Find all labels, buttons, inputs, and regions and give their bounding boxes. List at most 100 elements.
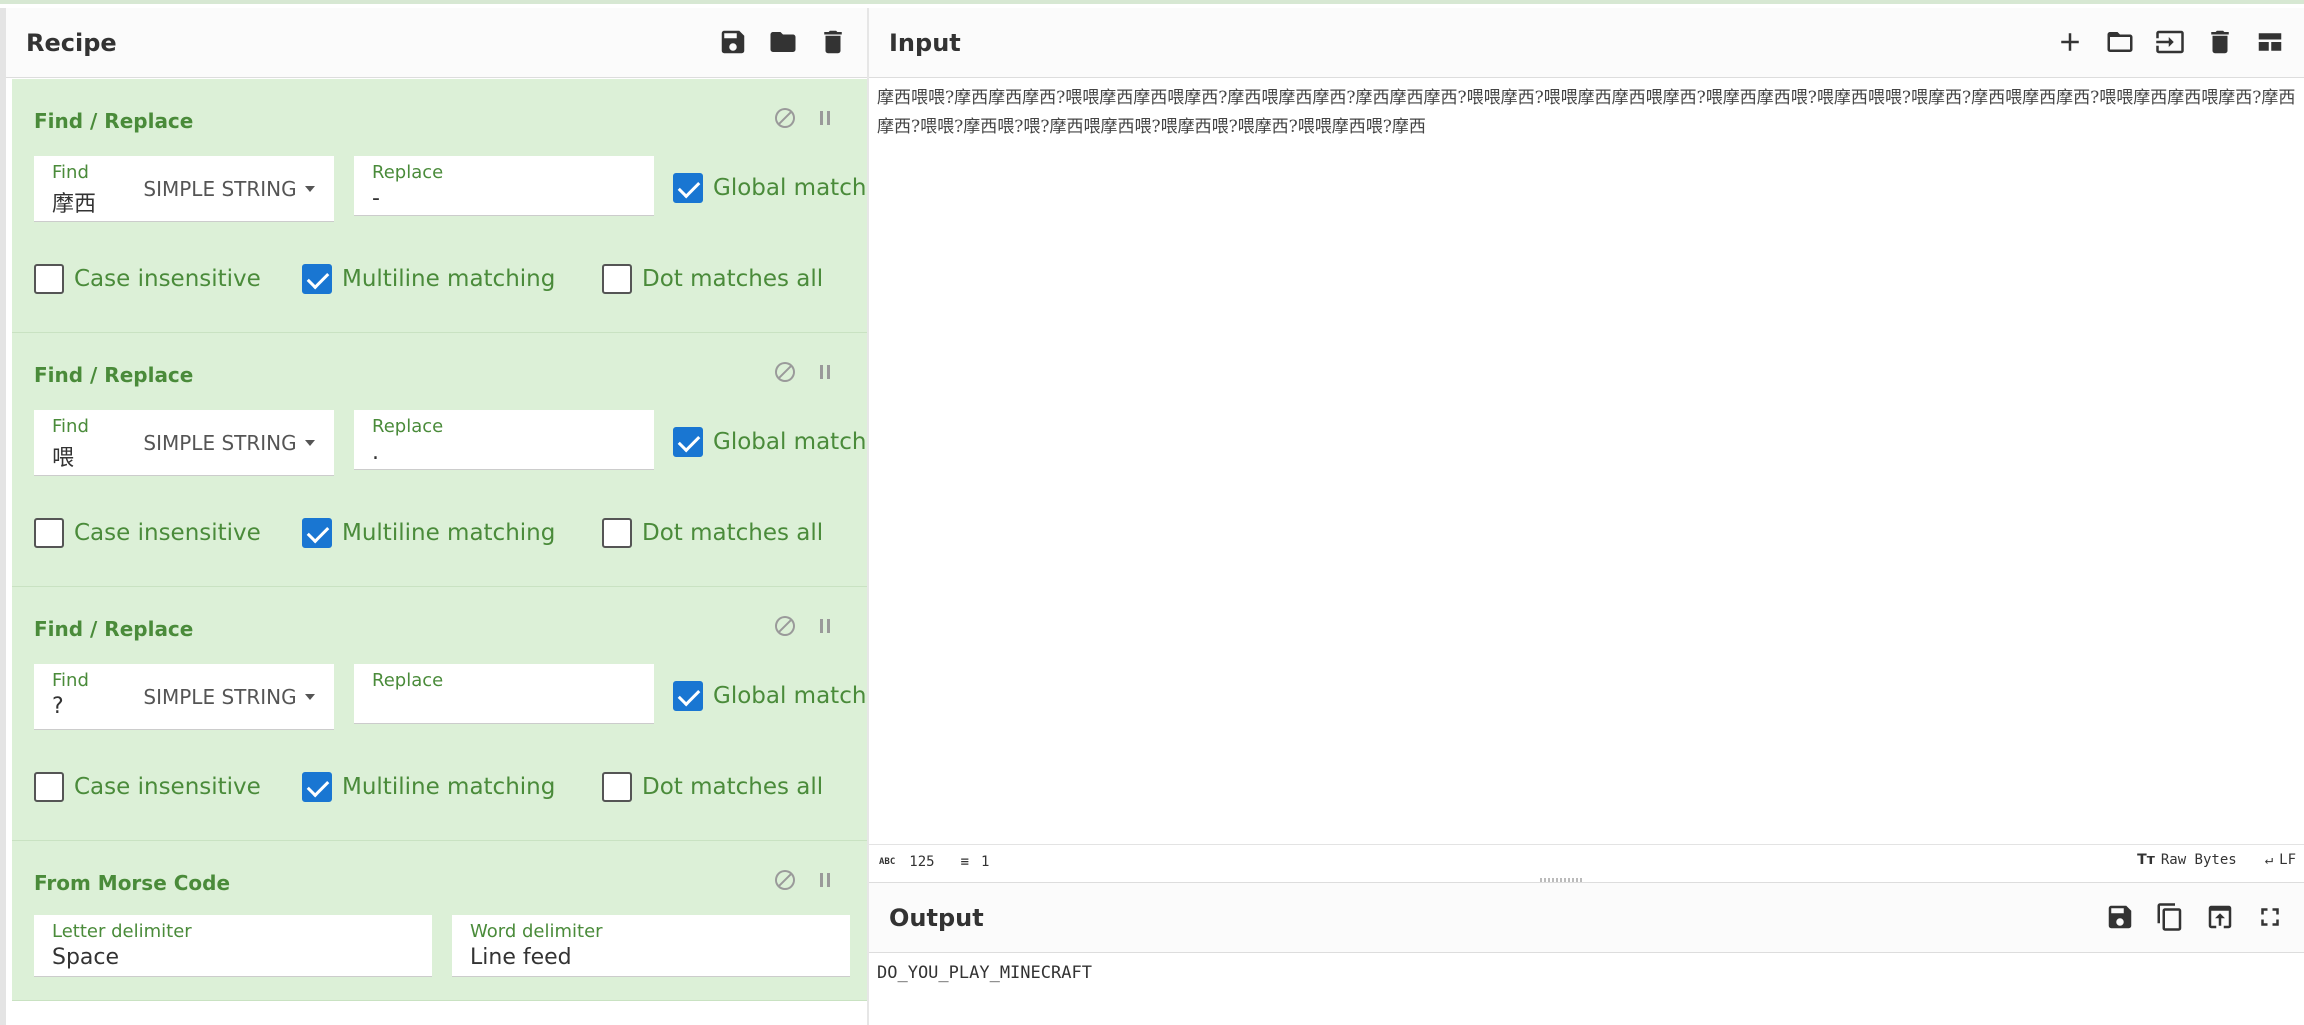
- find-label: Find: [52, 162, 89, 183]
- replace-label: Replace: [372, 162, 444, 183]
- folder-icon[interactable]: [2104, 26, 2136, 58]
- disable-icon[interactable]: [772, 105, 798, 131]
- find-mode-label: SIMPLE STRING: [143, 430, 297, 455]
- plus-icon[interactable]: [2054, 26, 2086, 58]
- dot-matches-all-checkbox[interactable]: Dot matches all: [602, 518, 823, 548]
- checkbox-checked[interactable]: [673, 427, 703, 457]
- letter-delimiter-select[interactable]: Letter delimiter Space: [34, 915, 432, 977]
- checkbox-unchecked[interactable]: [602, 264, 632, 294]
- case-insensitive-checkbox[interactable]: Case insensitive: [34, 264, 261, 294]
- encoding-label: Raw Bytes: [2160, 852, 2237, 868]
- find-field[interactable]: Find 喂: [34, 410, 130, 476]
- layout-icon[interactable]: [2254, 26, 2286, 58]
- abc-icon: ABC: [879, 856, 896, 867]
- word-delimiter-select[interactable]: Word delimiter Line feed: [452, 915, 850, 977]
- char-count: ABC 125: [879, 854, 935, 870]
- operation-find-replace-3: Find / Replace Find ? SIMPLE STRING Repl…: [12, 587, 867, 841]
- find-mode-dropdown[interactable]: SIMPLE STRING: [124, 410, 334, 476]
- save-icon[interactable]: [717, 26, 749, 58]
- char-count-value: 125: [909, 853, 935, 870]
- pause-icon[interactable]: [812, 867, 838, 893]
- checkbox-checked[interactable]: [302, 264, 332, 294]
- case-insensitive-checkbox[interactable]: Case insensitive: [34, 518, 261, 548]
- dot-matches-all-checkbox[interactable]: Dot matches all: [602, 772, 823, 802]
- encoding-selector[interactable]: Tт Raw Bytes: [2137, 852, 2237, 868]
- replace-label: Replace: [372, 670, 444, 691]
- pause-icon[interactable]: [812, 359, 838, 385]
- input-textarea[interactable]: 摩西喂喂?摩西摩西摩西?喂喂摩西摩西喂摩西?摩西喂摩西摩西?摩西摩西摩西?喂喂摩…: [877, 84, 2297, 844]
- disable-icon[interactable]: [772, 359, 798, 385]
- pause-icon[interactable]: [812, 613, 838, 639]
- multiline-label: Multiline matching: [342, 266, 556, 292]
- replace-field[interactable]: Replace: [354, 664, 654, 724]
- checkbox-checked[interactable]: [673, 173, 703, 203]
- multiline-checkbox[interactable]: Multiline matching: [302, 264, 555, 294]
- find-value: 摩西: [52, 192, 97, 217]
- input-title: Input: [889, 28, 961, 57]
- find-mode-dropdown[interactable]: SIMPLE STRING: [124, 156, 334, 222]
- input-panel: Input 摩西喂喂?摩西摩西摩西?喂喂摩西摩西喂摩西?摩西喂摩西摩西?摩西摩西…: [869, 8, 2304, 878]
- save-icon[interactable]: [2104, 901, 2136, 933]
- global-match-checkbox[interactable]: Global match: [673, 173, 866, 203]
- replace-value: .: [372, 440, 379, 465]
- find-field[interactable]: Find 摩西: [34, 156, 130, 222]
- global-match-label: Global match: [713, 683, 867, 709]
- text-size-icon: Tт: [2137, 852, 2155, 868]
- find-label: Find: [52, 670, 89, 691]
- find-mode-dropdown[interactable]: SIMPLE STRING: [124, 664, 334, 730]
- maximize-icon[interactable]: [2254, 901, 2286, 933]
- copy-icon[interactable]: [2154, 901, 2186, 933]
- global-match-label: Global match: [713, 429, 867, 455]
- output-textarea[interactable]: DO_YOU_PLAY_MINECRAFT: [877, 963, 1092, 983]
- multiline-label: Multiline matching: [342, 520, 556, 546]
- checkbox-checked[interactable]: [302, 772, 332, 802]
- eol-selector[interactable]: ↵ LF: [2265, 852, 2296, 868]
- import-icon[interactable]: [2154, 26, 2186, 58]
- case-insensitive-label: Case insensitive: [74, 266, 261, 292]
- replace-field[interactable]: Replace .: [354, 410, 654, 470]
- multiline-checkbox[interactable]: Multiline matching: [302, 518, 555, 548]
- input-status-bar: ABC 125 ≡ 1 Tт Raw Bytes ↵ LF: [869, 844, 2304, 878]
- global-match-checkbox[interactable]: Global match: [673, 681, 866, 711]
- cyberchef-app: Recipe Find / Replace Find 摩西 SIMPLE STR…: [0, 0, 2304, 1025]
- checkbox-unchecked[interactable]: [34, 264, 64, 294]
- global-match-checkbox[interactable]: Global match: [673, 427, 866, 457]
- replace-label: Replace: [372, 416, 444, 437]
- dot-matches-all-label: Dot matches all: [642, 266, 824, 292]
- lines-icon: ≡: [960, 853, 969, 870]
- find-field[interactable]: Find ?: [34, 664, 130, 730]
- checkbox-unchecked[interactable]: [34, 518, 64, 548]
- checkbox-unchecked[interactable]: [602, 772, 632, 802]
- disable-icon[interactable]: [772, 867, 798, 893]
- return-icon: ↵: [2264, 852, 2274, 868]
- case-insensitive-label: Case insensitive: [74, 520, 261, 546]
- dot-matches-all-checkbox[interactable]: Dot matches all: [602, 264, 823, 294]
- line-count-value: 1: [981, 853, 990, 870]
- disable-icon[interactable]: [772, 613, 798, 639]
- folder-icon[interactable]: [767, 26, 799, 58]
- checkbox-unchecked[interactable]: [34, 772, 64, 802]
- operation-find-replace-1: Find / Replace Find 摩西 SIMPLE STRING Rep…: [12, 79, 867, 333]
- operation-title: Find / Replace: [34, 363, 194, 387]
- checkbox-checked[interactable]: [673, 681, 703, 711]
- replace-input-icon[interactable]: [2204, 901, 2236, 933]
- trash-icon[interactable]: [2204, 26, 2236, 58]
- output-header: Output: [869, 883, 2304, 953]
- input-header: Input: [869, 8, 2304, 78]
- letter-delimiter-value: Space: [52, 945, 120, 970]
- caret-down-icon: [304, 185, 315, 192]
- trash-icon[interactable]: [817, 26, 849, 58]
- replace-field[interactable]: Replace -: [354, 156, 654, 216]
- operation-title: Find / Replace: [34, 109, 194, 133]
- case-insensitive-checkbox[interactable]: Case insensitive: [34, 772, 261, 802]
- checkbox-unchecked[interactable]: [602, 518, 632, 548]
- line-count: ≡ 1: [961, 854, 990, 870]
- output-panel: Output DO_YOU_PLAY_MINECRAFT: [869, 882, 2304, 1025]
- word-delimiter-label: Word delimiter: [470, 921, 603, 942]
- pause-icon[interactable]: [812, 105, 838, 131]
- recipe-header: Recipe: [6, 8, 867, 78]
- find-mode-label: SIMPLE STRING: [143, 176, 297, 201]
- checkbox-checked[interactable]: [302, 518, 332, 548]
- find-mode-label: SIMPLE STRING: [143, 684, 297, 709]
- multiline-checkbox[interactable]: Multiline matching: [302, 772, 555, 802]
